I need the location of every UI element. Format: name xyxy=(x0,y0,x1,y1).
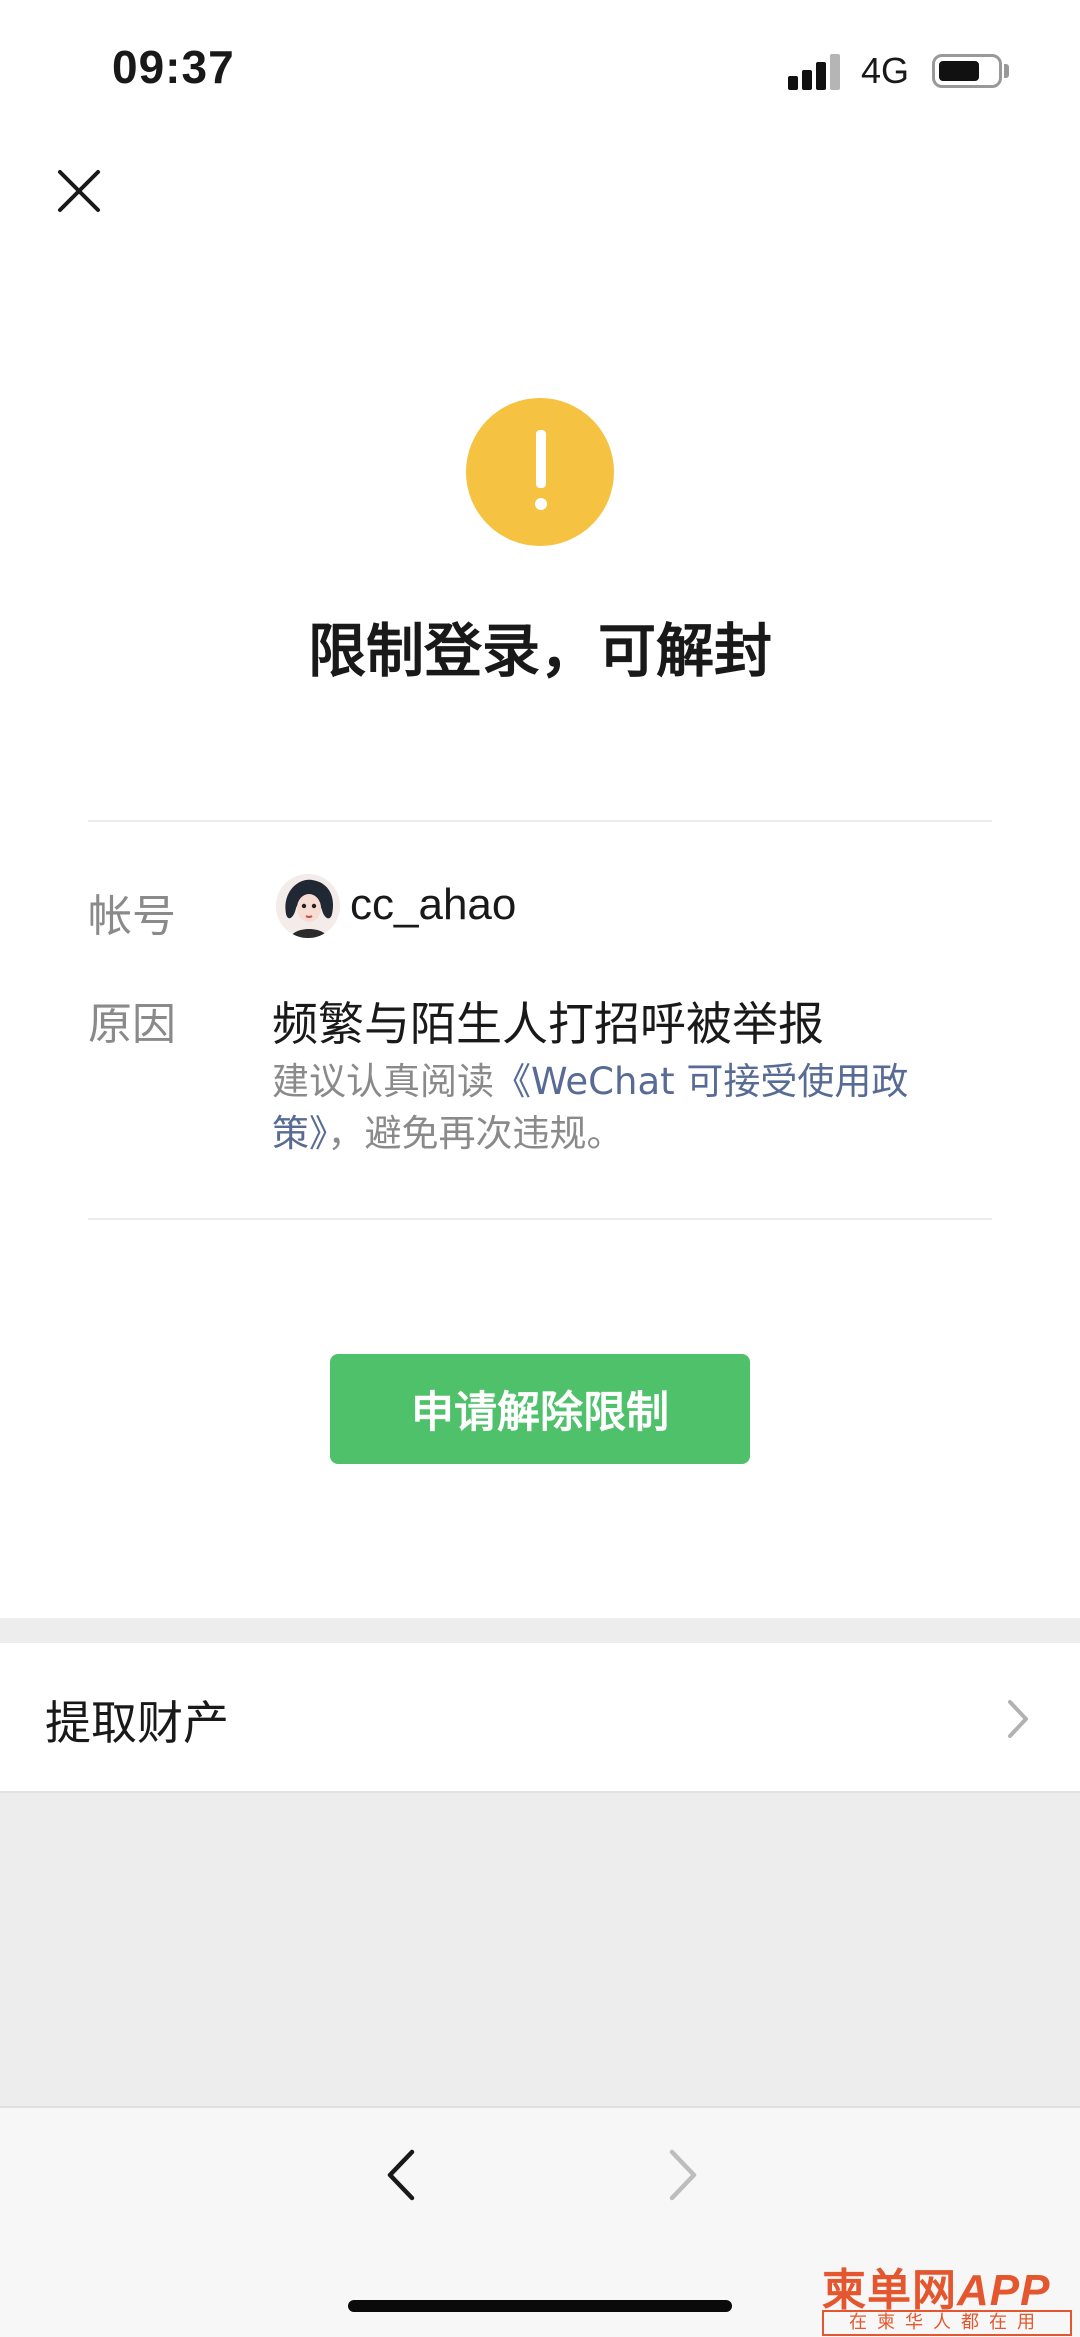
watermark-brand: 柬单网 xyxy=(822,2265,957,2316)
battery-icon xyxy=(932,54,1002,88)
policy-hint: 建议认真阅读《WeChat 可接受使用政策》，避免再次违规。 xyxy=(272,1056,962,1160)
warning-icon-bar xyxy=(536,430,546,488)
signal-icon xyxy=(788,54,844,90)
home-indicator xyxy=(348,2300,732,2312)
network-type: 4G xyxy=(861,50,910,91)
hint-prefix: 建议认真阅读 xyxy=(272,1060,494,1103)
chevron-left-icon[interactable] xyxy=(382,2146,420,2204)
watermark-tagline: 在柬华人都在用 xyxy=(822,2310,1072,2336)
request-unblock-button[interactable]: 申请解除限制 xyxy=(330,1354,750,1464)
list-item-withdraw-assets[interactable]: 提取财产 xyxy=(0,1643,1080,1793)
list-item-label: 提取财产 xyxy=(45,1696,229,1750)
close-icon[interactable] xyxy=(48,160,110,222)
divider-top xyxy=(88,820,992,822)
avatar xyxy=(276,874,340,938)
watermark-logo: 柬单网APP 在柬华人都在用 xyxy=(822,2254,1072,2336)
status-time: 09:37 xyxy=(112,41,235,93)
divider-bottom xyxy=(88,1218,992,1220)
watermark-suffix: APP xyxy=(957,2266,1051,2315)
account-label: 帐号 xyxy=(88,891,176,942)
reason-label: 原因 xyxy=(88,999,176,1050)
hint-suffix: ，避免再次违规。 xyxy=(327,1112,624,1155)
chevron-right-icon[interactable] xyxy=(664,2146,702,2204)
reason-text: 频繁与陌生人打招呼被举报 xyxy=(272,997,824,1051)
chevron-right-icon xyxy=(1008,1700,1028,1738)
warning-icon-dot xyxy=(535,498,547,510)
battery-cap xyxy=(1004,64,1009,78)
page-title: 限制登录，可解封 xyxy=(307,617,772,685)
account-name: cc_ahao xyxy=(350,880,517,929)
